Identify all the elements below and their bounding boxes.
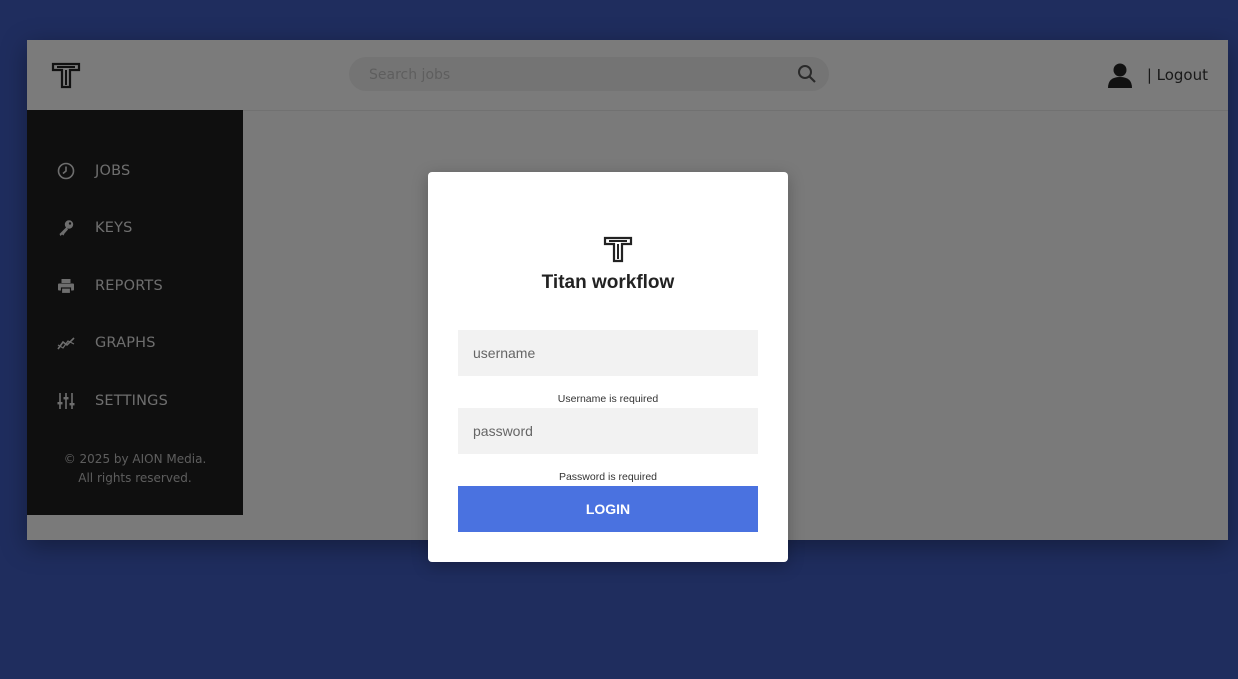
username-field[interactable]: [458, 330, 758, 376]
login-dialog: Titan workflow Username is required Pass…: [428, 172, 788, 562]
dialog-title: Titan workflow: [541, 272, 675, 293]
password-field[interactable]: [458, 408, 758, 454]
titan-logo-icon: [603, 236, 633, 263]
password-error: Password is required: [558, 471, 658, 483]
login-button[interactable]: LOGIN: [458, 486, 758, 532]
username-error: Username is required: [557, 393, 659, 405]
